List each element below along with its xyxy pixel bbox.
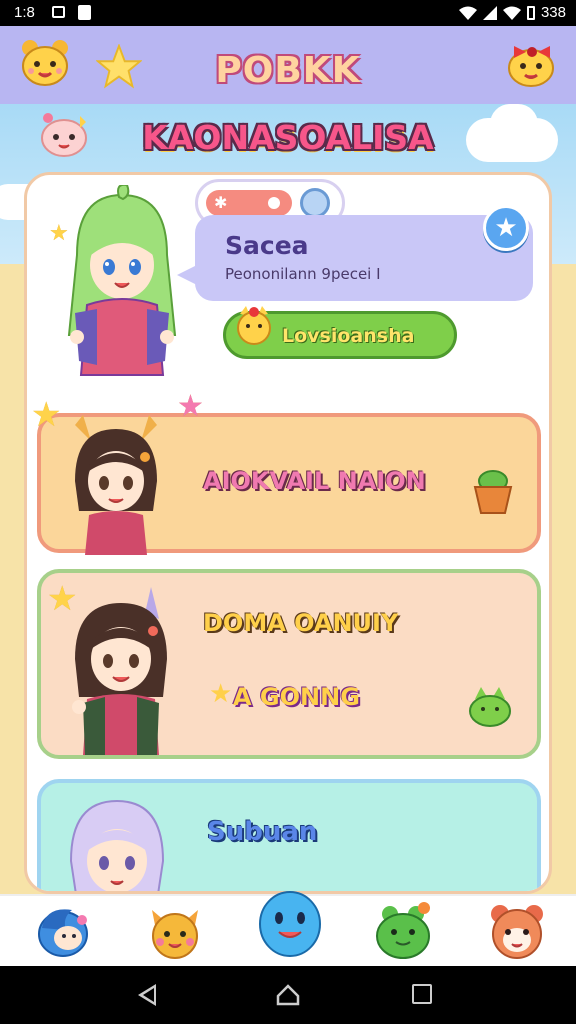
dark-hair-girl-avatar (72, 587, 167, 755)
plant-pot-icon (473, 470, 513, 514)
card-title: AIOKVAIL NAION (203, 467, 426, 495)
status-time: 1:8 (14, 4, 35, 21)
document-notification-icon (78, 5, 91, 20)
pink-star-decoration-icon: ★ (177, 389, 204, 424)
profile-action-label: Lovsioansha (282, 325, 415, 347)
character-card[interactable]: DOMA OANUIY ★ A GONNG (37, 569, 541, 759)
bear-face-icon[interactable] (486, 900, 548, 962)
blue-blob-icon[interactable] (257, 886, 323, 958)
character-card[interactable]: Subuan (37, 779, 541, 891)
wifi-secondary-icon (502, 6, 521, 20)
profile-description: Peononilann 9pecei I (225, 265, 381, 283)
card-title: DOMA OANUIY (203, 609, 399, 637)
banner-subtitle: KAONASOALISA (142, 118, 434, 157)
image-notification-icon (52, 6, 65, 18)
wifi-icon (458, 6, 477, 20)
profile-action-button[interactable]: Lovsioansha (223, 306, 457, 359)
blue-bird-icon[interactable] (32, 900, 94, 962)
bottom-nav (0, 891, 576, 966)
battery-icon (526, 5, 535, 20)
character-card[interactable]: AIOKVAIL NAION (37, 413, 541, 555)
green-frog-icon[interactable] (372, 900, 434, 962)
battery-level: 338 (540, 4, 566, 21)
back-icon[interactable] (138, 984, 156, 1006)
card-subtitle: A GONNG (233, 683, 360, 711)
frog-icon (469, 687, 511, 727)
profile-name: Sacea (225, 231, 309, 260)
signal-icon (482, 5, 497, 20)
sparkle-icon: ✱ (214, 193, 228, 212)
star-decoration-icon: ★ (31, 395, 62, 435)
star-icon: ★ (209, 679, 233, 709)
main-panel: ★ ✱ Sacea Peononilann 9pecei I ★ Lovsioa… (24, 172, 552, 894)
card-title: Subuan (207, 817, 318, 847)
status-bar: 1:8 338 (0, 0, 576, 26)
home-icon[interactable] (276, 984, 300, 1006)
bear-bow-mascot-icon[interactable] (504, 36, 558, 90)
green-hair-girl-avatar[interactable] (57, 185, 187, 381)
recent-apps-icon[interactable] (412, 984, 432, 1004)
lavender-hair-girl-avatar (69, 799, 165, 891)
favorite-star-button[interactable]: ★ (483, 205, 529, 251)
system-nav-bar (0, 966, 576, 1024)
cat-mascot-icon (237, 306, 271, 345)
star-decoration-icon: ★ (47, 579, 78, 619)
toggle-switch[interactable]: ✱ (206, 190, 292, 216)
fox-face-icon[interactable] (144, 900, 206, 962)
info-circle-button[interactable] (300, 188, 330, 218)
toggle-knob (268, 197, 280, 209)
star-decoration-icon: ★ (49, 221, 69, 246)
brown-hair-girl-avatar (75, 415, 157, 555)
profile-section: ★ ✱ Sacea Peononilann 9pecei I ★ Lovsioa… (27, 175, 549, 405)
app-title: POBKK (215, 50, 361, 91)
